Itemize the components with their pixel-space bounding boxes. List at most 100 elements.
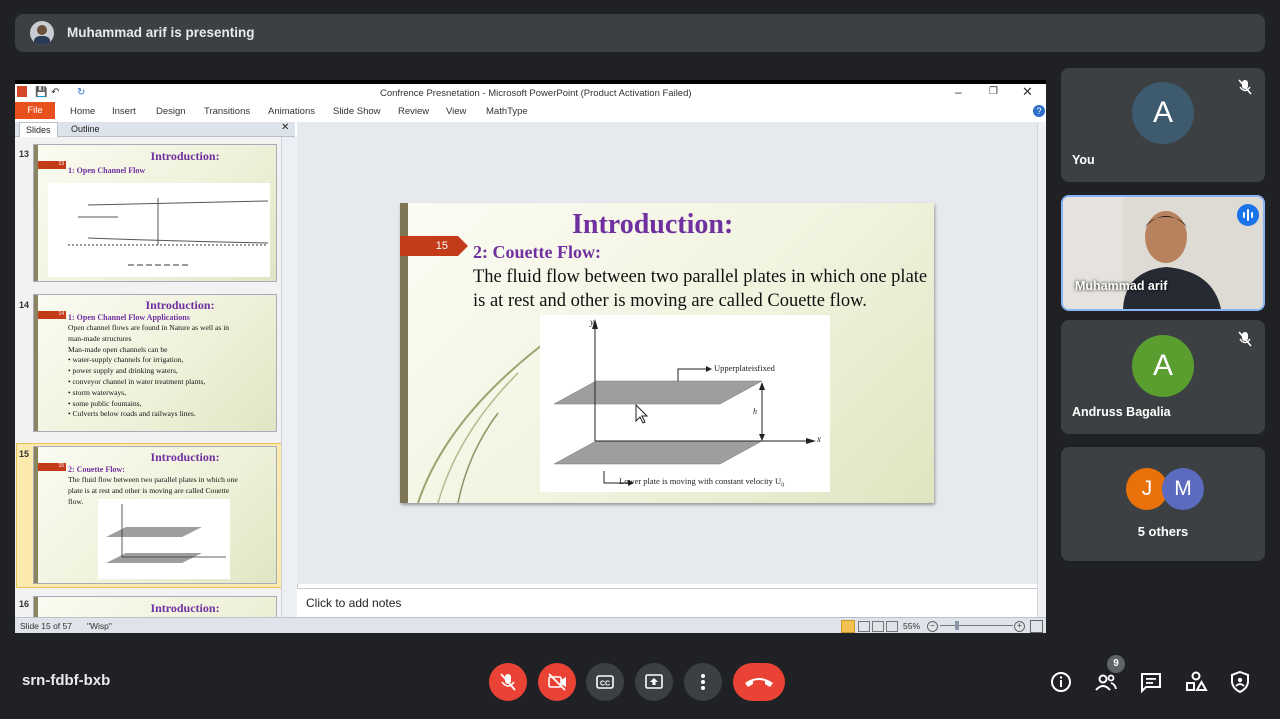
y-axis-label: y <box>590 317 594 327</box>
host-controls-icon[interactable] <box>1228 670 1252 694</box>
tab-mathtype[interactable]: MathType <box>486 106 528 117</box>
lower-plate-label: Lower plate is moving with constant velo… <box>619 476 785 489</box>
thumb-number: 14 <box>19 300 30 310</box>
save-icon[interactable]: 💾 <box>35 87 47 98</box>
close-icon[interactable]: ✕ <box>1022 84 1033 100</box>
activities-icon[interactable] <box>1184 670 1208 694</box>
speaking-indicator-icon <box>1237 204 1259 226</box>
theme-name: "Wisp" <box>87 621 112 631</box>
participant-tile-muhammad-arif[interactable]: Muhammad arif <box>1061 195 1265 311</box>
tab-slide-show[interactable]: Slide Show <box>333 106 381 117</box>
avatar: A <box>1132 335 1194 397</box>
tab-slides[interactable]: Slides <box>19 122 58 137</box>
couette-thumb-sketch <box>98 499 230 579</box>
status-bar: Slide 15 of 57 "Wisp" 55% − + <box>15 617 1046 633</box>
slide-number-flag: 15 <box>400 236 458 256</box>
tab-review[interactable]: Review <box>398 106 429 117</box>
avatar-m: M <box>1162 468 1204 510</box>
tab-transitions[interactable]: Transitions <box>204 106 250 117</box>
participant-tile-andruss[interactable]: A Andruss Bagalia <box>1061 320 1265 434</box>
tab-view[interactable]: View <box>446 106 466 117</box>
participant-tile-you[interactable]: A You <box>1061 68 1265 182</box>
minimize-icon[interactable]: – <box>955 85 962 99</box>
slide-title: Introduction: <box>572 209 734 240</box>
hang-up-icon <box>745 678 773 687</box>
slide-sorter-icon[interactable] <box>858 621 870 632</box>
participant-name: Muhammad arif <box>1075 279 1168 293</box>
thumb-number: 15 <box>19 449 30 459</box>
mic-toggle-button[interactable] <box>489 663 527 701</box>
leave-call-button[interactable] <box>733 663 785 701</box>
window-title: Confrence Presnetation - Microsoft Power… <box>380 88 692 99</box>
chat-icon[interactable] <box>1139 670 1163 694</box>
close-panel-icon[interactable]: ✕ <box>281 122 289 133</box>
meeting-code: srn-fdbf-bxb <box>22 672 111 689</box>
present-screen-icon <box>645 674 663 689</box>
open-channel-sketch <box>48 183 270 277</box>
more-vertical-icon <box>701 674 705 690</box>
tab-animations[interactable]: Animations <box>268 106 315 117</box>
participant-name: You <box>1072 153 1095 167</box>
fit-to-window-icon[interactable] <box>1030 620 1043 633</box>
slide-thumbnail-panel: 13 13 Introduction: 1: Open Channel Flow… <box>15 137 298 617</box>
others-count: 5 others <box>1137 524 1189 539</box>
camera-toggle-button[interactable] <box>538 663 576 701</box>
current-slide[interactable]: Introduction: 15 2: Couette Flow: The fl… <box>400 203 934 503</box>
meeting-details-icon[interactable] <box>1049 670 1073 694</box>
upper-plate-label: Upperplateisfixed <box>714 363 775 373</box>
help-icon[interactable]: ? <box>1033 105 1045 117</box>
avatar: A <box>1132 82 1194 144</box>
normal-view-icon[interactable] <box>841 620 855 633</box>
slide-thumbnail-13[interactable]: 13 Introduction: 1: Open Channel Flow <box>33 144 277 282</box>
zoom-out-icon[interactable]: − <box>927 621 938 632</box>
zoom-level: 55% <box>903 621 921 631</box>
closed-captions-icon: CC <box>596 675 614 689</box>
restore-icon[interactable]: ❐ <box>989 86 998 97</box>
slide-thumbnail-15[interactable]: 15 Introduction: 2: Couette Flow: The fl… <box>33 446 277 584</box>
zoom-in-icon[interactable]: + <box>1014 621 1025 632</box>
zoom-slider-thumb[interactable] <box>955 621 959 630</box>
thumb-number: 13 <box>19 149 30 159</box>
notes-placeholder: Click to add notes <box>306 596 402 610</box>
presenter-avatar <box>30 21 54 45</box>
h-label: h <box>753 407 757 416</box>
participant-name: Andruss Bagalia <box>1072 405 1171 419</box>
captions-button[interactable]: CC <box>586 663 624 701</box>
people-icon[interactable] <box>1094 670 1118 694</box>
presenting-banner: Muhammad arif is presenting <box>15 14 1265 52</box>
slide-vertical-scrollbar[interactable] <box>1037 122 1046 617</box>
mic-off-icon <box>500 673 516 691</box>
panel-tabs: Slides Outline ✕ <box>15 122 295 137</box>
svg-text:CC: CC <box>600 681 610 688</box>
zoom-slider[interactable] <box>940 625 1013 626</box>
slide-info: Slide 15 of 57 <box>20 621 72 631</box>
participant-tile-others[interactable]: J M 5 others <box>1061 447 1265 561</box>
mic-off-icon <box>1238 79 1252 95</box>
presenting-text: Muhammad arif is presenting <box>67 25 255 40</box>
tab-file[interactable]: File <box>15 102 55 119</box>
slide-thumbnail-14[interactable]: 14 Introduction: 1: Open Channel Flow Ap… <box>33 294 277 432</box>
thumb-number: 16 <box>19 599 30 609</box>
slideshow-icon[interactable] <box>886 621 898 632</box>
tab-outline[interactable]: Outline <box>65 122 106 136</box>
tab-insert[interactable]: Insert <box>112 106 136 117</box>
reading-view-icon[interactable] <box>872 621 884 632</box>
more-options-button[interactable] <box>684 663 722 701</box>
x-axis-label: x <box>817 434 821 444</box>
tab-home[interactable]: Home <box>70 106 95 117</box>
camera-off-icon <box>548 673 566 691</box>
thumbnail-scrollbar[interactable] <box>281 137 296 617</box>
powerpoint-icon <box>17 86 27 97</box>
people-count-badge: 9 <box>1107 655 1125 673</box>
slide-subtitle: 2: Couette Flow: <box>473 242 601 262</box>
powerpoint-window: 💾 ↶ ↻ Confrence Presnetation - Microsoft… <box>15 80 1046 633</box>
slide-thumbnail-16[interactable]: Introduction: <box>33 596 277 617</box>
present-button[interactable] <box>635 663 673 701</box>
move-cursor-icon <box>635 403 648 424</box>
undo-icon[interactable]: ↶ <box>51 87 59 98</box>
slide-body: The fluid flow between two parallel plat… <box>473 267 928 311</box>
couette-flow-diagram: y x h Upperplateisfixed Lower plate is m… <box>540 315 830 492</box>
redo-icon[interactable]: ↻ <box>77 87 85 98</box>
notes-pane[interactable]: Click to add notes <box>297 588 1037 618</box>
tab-design[interactable]: Design <box>156 106 186 117</box>
